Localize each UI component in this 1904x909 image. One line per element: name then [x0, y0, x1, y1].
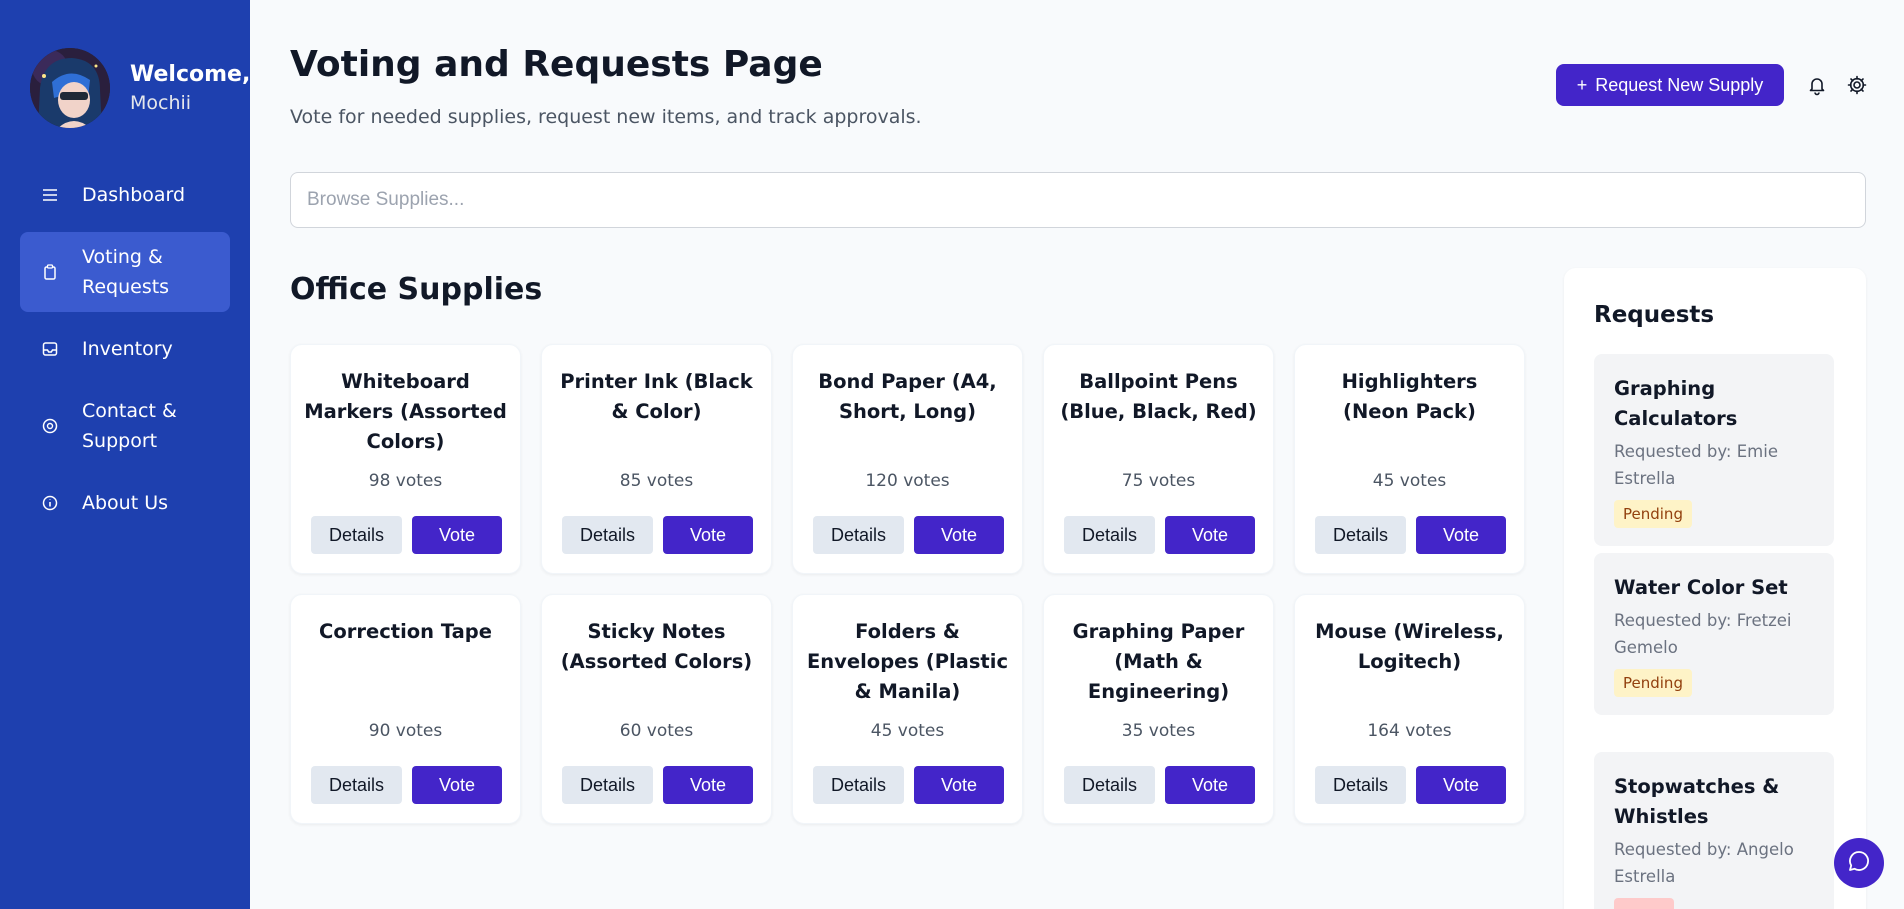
request-title: Water Color Set: [1614, 576, 1788, 599]
vote-count: 75 votes: [1121, 471, 1196, 491]
main-content: Voting and Requests Page Vote for needed…: [250, 0, 1904, 909]
bell-icon[interactable]: [1806, 74, 1828, 96]
details-button[interactable]: Details: [813, 516, 904, 554]
vote-button[interactable]: Vote: [1416, 516, 1506, 554]
sidebar-nav: Dashboard Voting & Requests Inventory Co…: [20, 170, 230, 540]
status-badge: [1614, 898, 1674, 909]
details-button[interactable]: Details: [311, 516, 402, 554]
user-name: Mochii: [130, 92, 192, 114]
chat-icon: [1847, 849, 1871, 877]
supply-card: Folders & Envelopes (Plastic & Manila) 4…: [792, 594, 1023, 824]
welcome-label: Welcome,: [130, 62, 251, 87]
vote-count: 164 votes: [1367, 721, 1452, 741]
vote-count: 60 votes: [619, 721, 694, 741]
page-title: Voting and Requests Page: [290, 44, 823, 85]
supply-card: Bond Paper (A4, Short, Long) 120 votes D…: [792, 344, 1023, 574]
vote-count: 90 votes: [368, 721, 443, 741]
user-profile: Welcome, Mochii: [30, 48, 250, 128]
details-button[interactable]: Details: [562, 516, 653, 554]
supplies-grid: Whiteboard Markers (Assorted Colors) 98 …: [290, 344, 1527, 824]
info-icon: [40, 493, 60, 513]
sidebar-item-label: Contact & Support: [82, 400, 177, 452]
sidebar-item-inventory[interactable]: Inventory: [20, 324, 230, 374]
requests-title: Requests: [1594, 302, 1715, 328]
vote-button[interactable]: Vote: [663, 766, 753, 804]
sidebar-item-about-us[interactable]: About Us: [20, 478, 230, 528]
request-new-supply-button[interactable]: + Request New Supply: [1556, 64, 1784, 106]
supply-name: Correction Tape: [319, 620, 492, 643]
details-button[interactable]: Details: [1064, 516, 1155, 554]
supply-card: Graphing Paper (Math & Engineering) 35 v…: [1043, 594, 1274, 824]
sidebar-item-label: Dashboard: [82, 184, 186, 206]
vote-button[interactable]: Vote: [412, 516, 502, 554]
vote-count: 120 votes: [865, 471, 950, 491]
section-title: Office Supplies: [290, 272, 543, 307]
vote-count: 35 votes: [1121, 721, 1196, 741]
sidebar-item-label: About Us: [82, 492, 169, 514]
vote-button[interactable]: Vote: [914, 766, 1004, 804]
details-button[interactable]: Details: [1315, 766, 1406, 804]
request-card[interactable]: Water Color Set Requested by: Fretzei Ge…: [1594, 553, 1834, 715]
supply-card: Correction Tape 90 votes Details Vote: [290, 594, 521, 824]
sidebar-item-voting-requests[interactable]: Voting & Requests: [20, 232, 230, 312]
details-button[interactable]: Details: [562, 766, 653, 804]
supply-name: Bond Paper (A4, Short, Long): [818, 370, 997, 423]
sidebar-item-dashboard[interactable]: Dashboard: [20, 170, 230, 220]
avatar[interactable]: [30, 48, 110, 128]
vote-button[interactable]: Vote: [663, 516, 753, 554]
vote-button[interactable]: Vote: [914, 516, 1004, 554]
vote-button[interactable]: Vote: [1416, 766, 1506, 804]
chat-button[interactable]: [1834, 838, 1884, 888]
supply-name: Folders & Envelopes (Plastic & Manila): [806, 620, 1009, 703]
sidebar-item-label: Inventory: [82, 338, 173, 360]
vote-count: 85 votes: [619, 471, 694, 491]
details-button[interactable]: Details: [1315, 516, 1406, 554]
sidebar-item-label: Voting & Requests: [82, 246, 170, 298]
request-requester: Requested by: Emie Estrella: [1614, 442, 1778, 488]
supply-name: Mouse (Wireless, Logitech): [1315, 620, 1504, 673]
sidebar: Welcome, Mochii Dashboard Voting & Reque…: [0, 0, 250, 909]
supply-name: Graphing Paper (Math & Engineering): [1072, 620, 1245, 703]
request-requester: Requested by: Fretzei Gemelo: [1614, 611, 1792, 657]
requests-panel: Requests Graphing Calculators Requested …: [1564, 268, 1866, 909]
vote-count: 98 votes: [368, 471, 443, 491]
search-input[interactable]: [290, 172, 1866, 228]
supply-card: Highlighters (Neon Pack) 45 votes Detail…: [1294, 344, 1525, 574]
supply-card: Mouse (Wireless, Logitech) 164 votes Det…: [1294, 594, 1525, 824]
vote-button[interactable]: Vote: [412, 766, 502, 804]
welcome-text: Welcome, Mochii: [130, 60, 250, 116]
vote-button[interactable]: Vote: [1165, 516, 1255, 554]
details-button[interactable]: Details: [311, 766, 402, 804]
details-button[interactable]: Details: [813, 766, 904, 804]
request-button-label: Request New Supply: [1595, 74, 1764, 95]
request-requester: Requested by: Angelo Estrella: [1614, 840, 1794, 886]
supply-card: Sticky Notes (Assorted Colors) 60 votes …: [541, 594, 772, 824]
request-card[interactable]: Graphing Calculators Requested by: Emie …: [1594, 354, 1834, 546]
request-card[interactable]: Stopwatches & Whistles Requested by: Ang…: [1594, 752, 1834, 909]
sidebar-item-contact-support[interactable]: Contact & Support: [20, 386, 230, 466]
vote-count: 45 votes: [870, 721, 945, 741]
request-title: Graphing Calculators: [1614, 377, 1738, 430]
gear-icon[interactable]: [1846, 74, 1868, 96]
supply-name: Ballpoint Pens (Blue, Black, Red): [1060, 370, 1257, 423]
globe-icon: [40, 416, 60, 436]
clipboard-icon: [40, 262, 60, 282]
supply-card: Ballpoint Pens (Blue, Black, Red) 75 vot…: [1043, 344, 1274, 574]
page-subtitle: Vote for needed supplies, request new it…: [290, 106, 922, 128]
menu-icon: [40, 185, 60, 205]
plus-icon: +: [1576, 74, 1588, 95]
supply-name: Whiteboard Markers (Assorted Colors): [304, 370, 507, 453]
supply-name: Highlighters (Neon Pack): [1341, 370, 1478, 423]
details-button[interactable]: Details: [1064, 766, 1155, 804]
status-badge: Pending: [1614, 669, 1692, 697]
status-badge: Pending: [1614, 500, 1692, 528]
vote-button[interactable]: Vote: [1165, 766, 1255, 804]
supply-name: Printer Ink (Black & Color): [560, 370, 753, 423]
request-title: Stopwatches & Whistles: [1614, 775, 1780, 828]
vote-count: 45 votes: [1372, 471, 1447, 491]
supply-name: Sticky Notes (Assorted Colors): [560, 620, 753, 673]
inbox-icon: [40, 339, 60, 359]
supply-card: Whiteboard Markers (Assorted Colors) 98 …: [290, 344, 521, 574]
supply-card: Printer Ink (Black & Color) 85 votes Det…: [541, 344, 772, 574]
